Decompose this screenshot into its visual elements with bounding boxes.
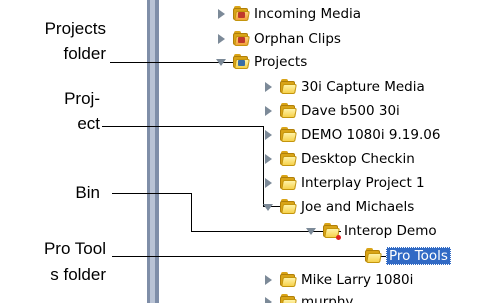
status-dot-icon: [336, 235, 341, 240]
tree-item-mike-larry-1080i[interactable]: Mike Larry 1080i: [263, 270, 413, 290]
expand-arrow-icon[interactable]: [263, 129, 273, 141]
tree-item-label: 30i Capture Media: [301, 79, 425, 95]
special-folder-icon: [232, 6, 250, 22]
folder-icon: [279, 79, 297, 95]
tree-item-demo-1080i[interactable]: DEMO 1080i 9.19.06: [263, 125, 440, 145]
tree-item-joe-and-michaels[interactable]: Joe and Michaels: [263, 197, 414, 217]
folder-icon: [322, 223, 341, 240]
callout-text: Pro Tool: [43, 239, 106, 258]
tree-item-label: Interop Demo: [344, 223, 437, 239]
callout-line-bin: [112, 193, 192, 194]
tree-item-label: Joe and Michaels: [301, 199, 415, 215]
tree-item-label: Projects: [254, 54, 308, 70]
collapse-arrow-icon[interactable]: [216, 56, 226, 68]
tree-item-label: Interplay Project 1: [301, 175, 425, 191]
callout-text: Projects: [44, 19, 106, 38]
tree-item-dave-b500[interactable]: Dave b500 30i: [263, 101, 400, 121]
folder-icon: [279, 272, 297, 288]
tree-item-incoming-media[interactable]: Incoming Media: [216, 4, 361, 24]
expand-arrow-icon[interactable]: [263, 105, 273, 117]
folder-icon: [279, 294, 297, 303]
folder-icon: [279, 127, 297, 143]
callout-project: Proj- ect: [20, 88, 100, 134]
callout-text: Bin: [75, 183, 100, 202]
tree-item-label-selected: Pro Tools: [386, 247, 451, 265]
callout-bin: Bin: [20, 182, 100, 203]
expand-arrow-icon[interactable]: [216, 33, 226, 45]
tree-item-label: Dave b500 30i: [301, 103, 400, 119]
tree-item-murphy[interactable]: murphy: [263, 292, 353, 303]
collapse-arrow-icon[interactable]: [306, 225, 316, 237]
callout-text: folder: [63, 44, 106, 63]
callout-text: ect: [77, 114, 100, 133]
tree-item-desktop-checkin[interactable]: Desktop Checkin: [263, 149, 415, 169]
tree-item-interplay-project-1[interactable]: Interplay Project 1: [263, 173, 425, 193]
collapse-arrow-icon[interactable]: [263, 201, 273, 213]
expand-arrow-icon[interactable]: [263, 177, 273, 189]
folder-icon: [279, 151, 297, 167]
expand-arrow-icon[interactable]: [263, 81, 273, 93]
orphan-clips-icon: [232, 31, 250, 47]
tree-item-orphan-clips[interactable]: Orphan Clips: [216, 29, 341, 49]
callout-pro-tools-folder: Pro Tool s folder: [10, 238, 106, 285]
tree-item-projects[interactable]: Projects: [216, 52, 307, 72]
callout-line-pro-tools: [112, 256, 388, 257]
panel-splitter-grip[interactable]: [150, 0, 155, 303]
folder-icon: [279, 175, 297, 191]
callout-text: s folder: [50, 265, 106, 284]
tree-item-label: Desktop Checkin: [301, 151, 415, 167]
folder-icon: [364, 248, 382, 264]
callout-line-project: [102, 126, 264, 127]
expand-arrow-icon[interactable]: [263, 274, 273, 286]
callout-text: Proj-: [64, 89, 100, 108]
callout-projects-folder: Projects folder: [10, 18, 106, 64]
tree-item-label: Orphan Clips: [254, 31, 341, 47]
tree-item-label: murphy: [301, 294, 354, 303]
tree-item-30i-capture-media[interactable]: 30i Capture Media: [263, 77, 425, 97]
callout-line-bin-vertical: [191, 193, 192, 231]
tree-item-label: Mike Larry 1080i: [301, 272, 414, 288]
tree-item-label: DEMO 1080i 9.19.06: [301, 127, 441, 143]
expand-arrow-icon[interactable]: [263, 153, 273, 165]
tree-item-pro-tools[interactable]: Pro Tools: [364, 246, 451, 266]
tree-item-label: Incoming Media: [254, 6, 362, 22]
tree-item-interop-demo[interactable]: Interop Demo: [306, 221, 437, 241]
expand-arrow-icon[interactable]: [263, 296, 273, 303]
folder-icon: [279, 199, 297, 215]
expand-arrow-icon[interactable]: [216, 8, 226, 20]
folder-icon: [279, 103, 297, 119]
projects-folder-icon: [232, 54, 250, 70]
